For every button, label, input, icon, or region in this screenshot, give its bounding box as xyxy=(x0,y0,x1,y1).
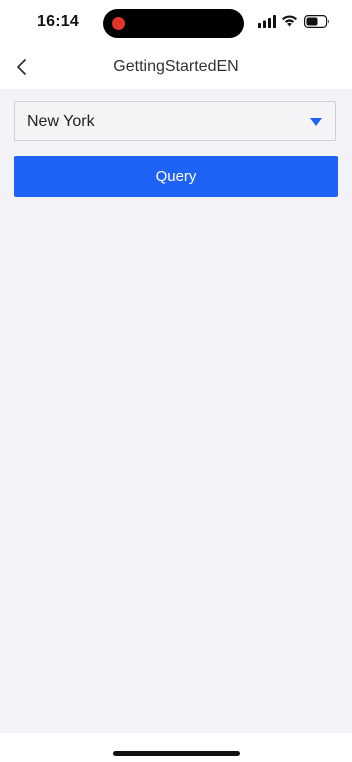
city-select-value: New York xyxy=(27,113,95,130)
recording-indicator-icon xyxy=(112,17,125,30)
city-select[interactable]: New York xyxy=(14,101,336,141)
query-button[interactable]: Query xyxy=(14,156,338,197)
caret-down-icon xyxy=(310,118,322,126)
home-indicator-area xyxy=(0,733,352,762)
app-screen: 16:14 GettingStartedEN New York Query xyxy=(0,0,352,762)
main-content: New York Query xyxy=(0,89,352,733)
battery-icon xyxy=(304,15,329,28)
wifi-icon xyxy=(282,15,297,27)
home-indicator[interactable] xyxy=(113,751,240,756)
status-time: 16:14 xyxy=(37,13,79,30)
dynamic-island xyxy=(103,9,244,38)
status-bar: 16:14 xyxy=(0,0,352,46)
page-title: GettingStartedEN xyxy=(113,58,239,75)
navigation-bar: GettingStartedEN xyxy=(0,46,352,89)
cellular-signal-icon xyxy=(258,15,276,28)
